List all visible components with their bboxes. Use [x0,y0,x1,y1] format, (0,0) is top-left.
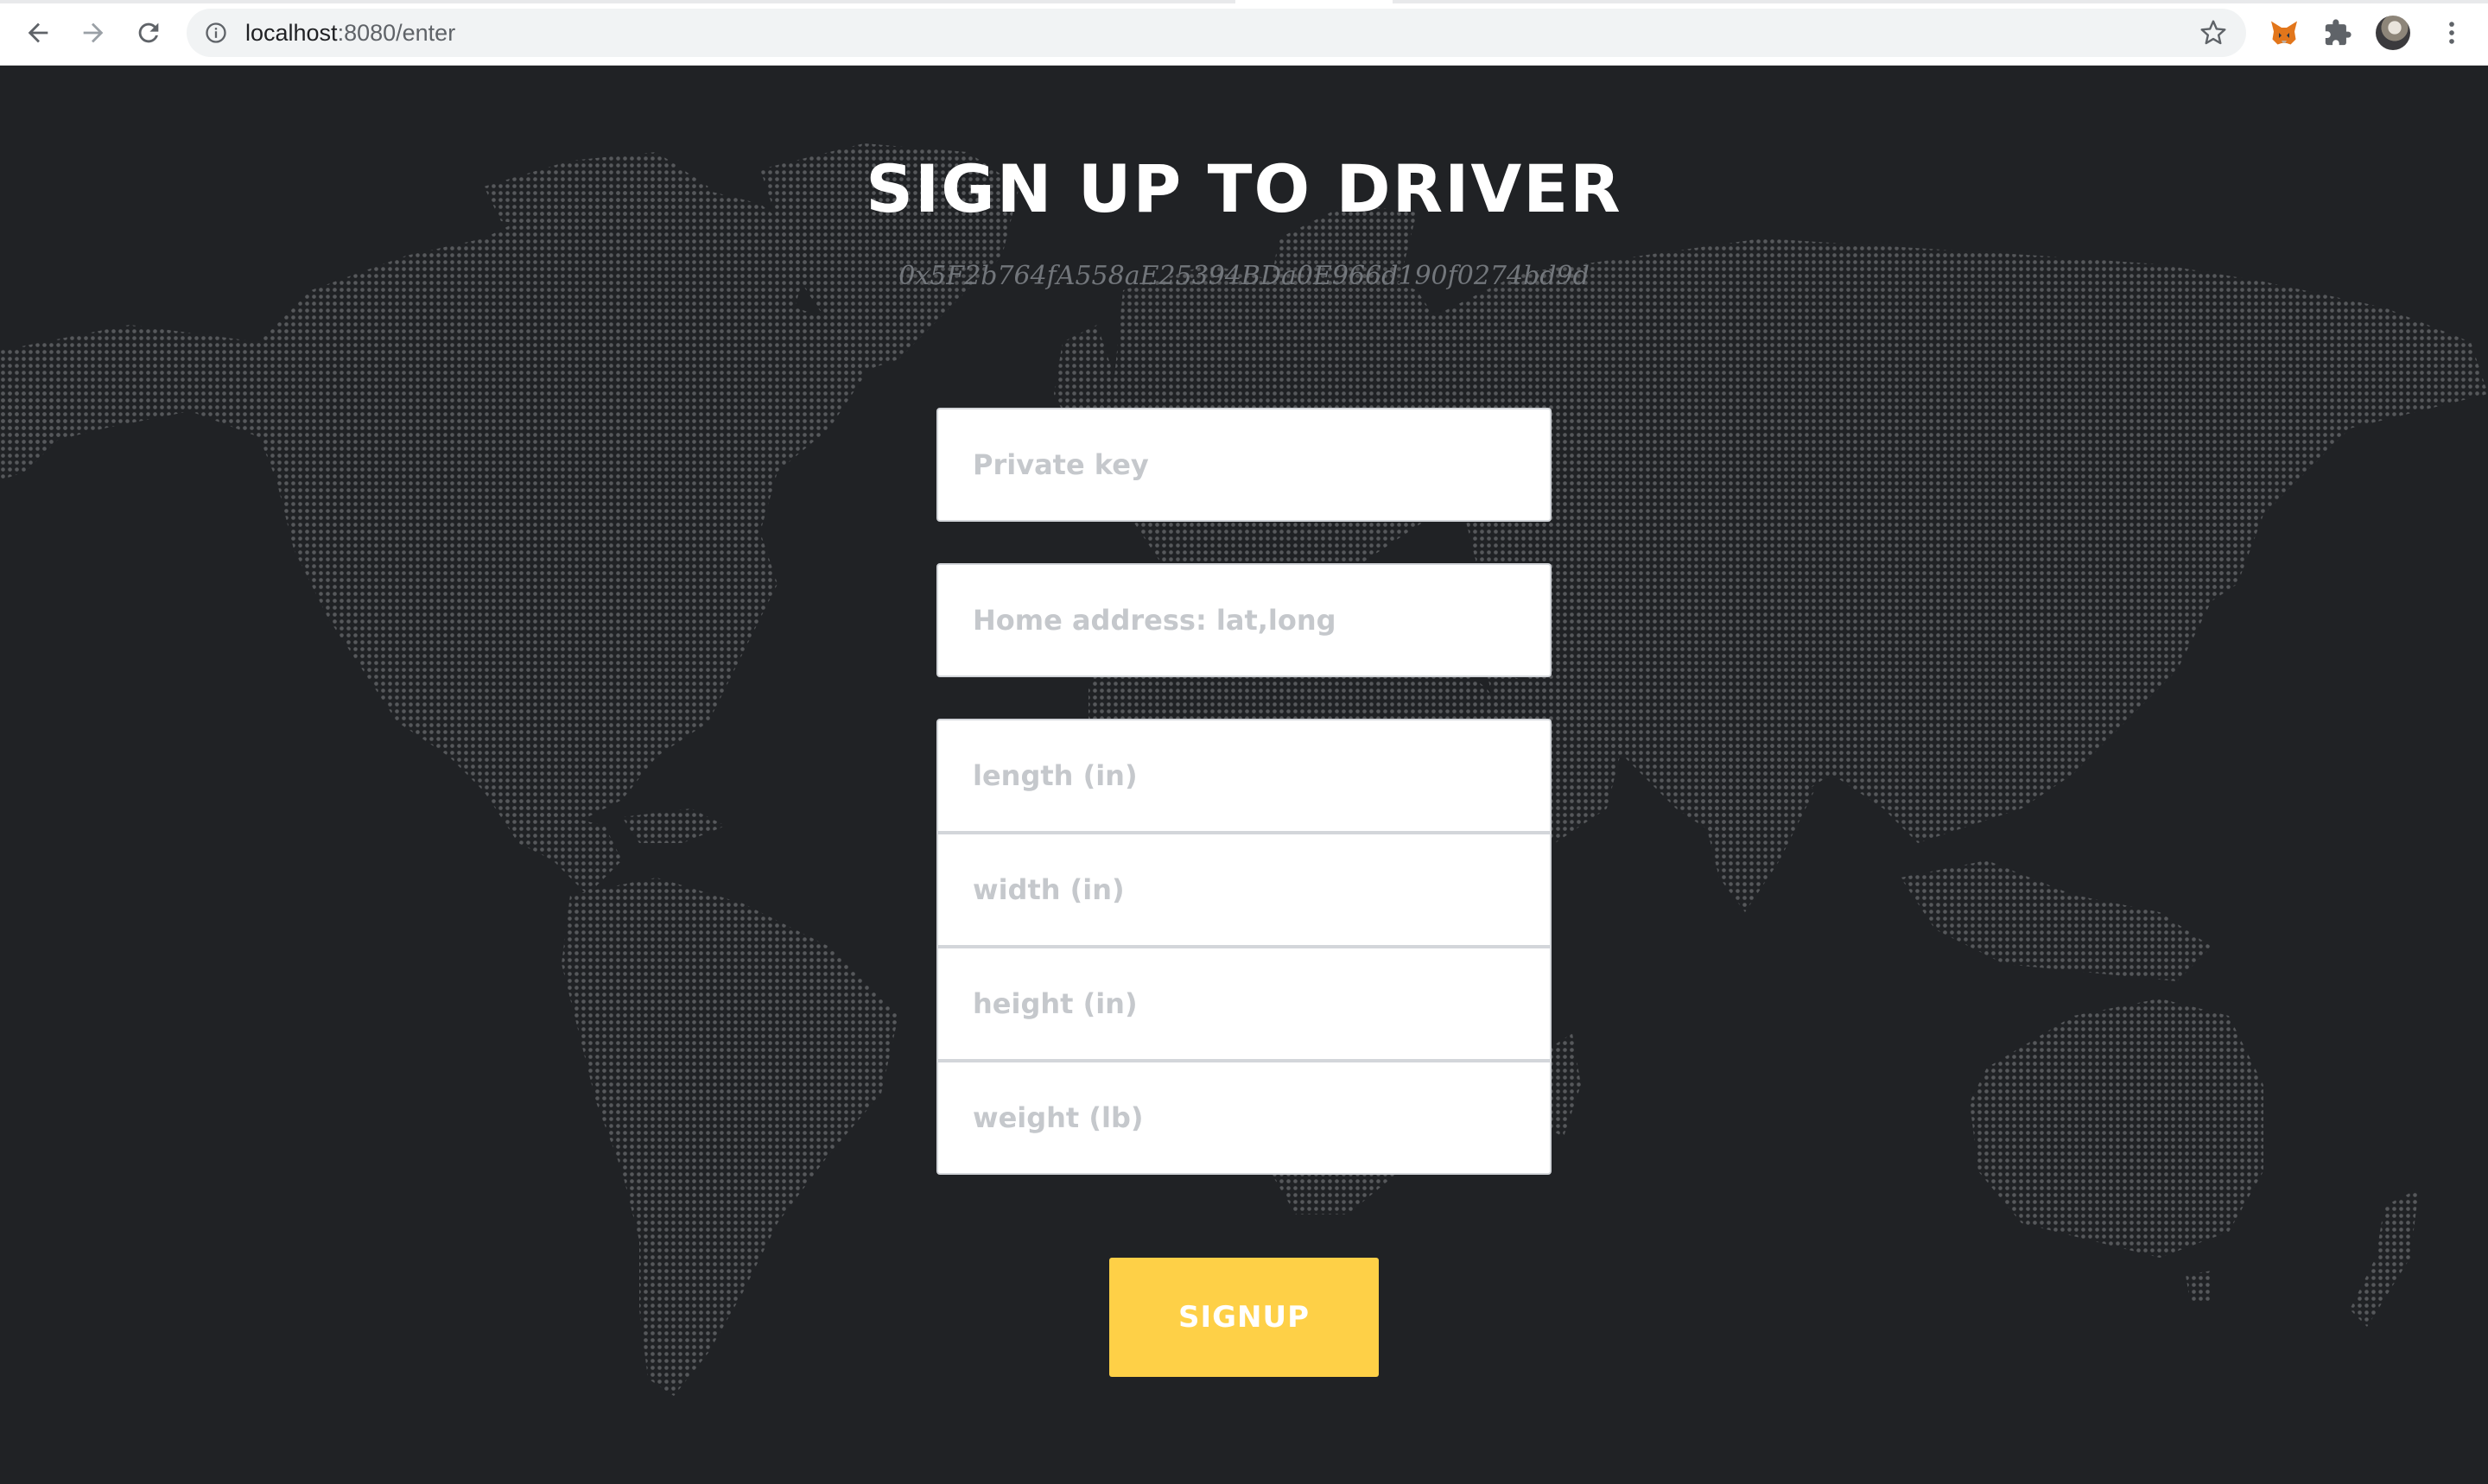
length-input[interactable] [936,719,1552,833]
kebab-menu-icon [2449,22,2454,44]
back-button[interactable] [17,12,59,54]
forward-button[interactable] [73,12,114,54]
width-input[interactable] [936,833,1552,947]
page-content: SIGN UP TO DRIVER 0x5F2b764fA558aE25394B… [0,66,2488,1484]
url-text: localhost:8080/enter [245,9,455,57]
private-key-input[interactable] [936,408,1552,522]
star-icon[interactable] [2199,19,2227,47]
active-tab-indicator [1235,0,1393,3]
browser-menu-button[interactable] [2434,16,2469,50]
page-title: SIGN UP TO DRIVER [866,150,1622,227]
url-host: localhost [245,20,338,46]
forward-arrow-icon [83,22,104,43]
info-icon[interactable] [204,21,228,45]
height-input[interactable] [936,947,1552,1061]
profile-button[interactable] [2376,16,2410,50]
metamask-extension-button[interactable] [2267,16,2301,50]
back-arrow-icon [28,22,48,43]
weight-input[interactable] [936,1061,1552,1175]
metamask-fox-icon [2271,21,2297,45]
reload-icon [138,22,159,43]
wallet-address: 0x5F2b764fA558aE25394BDa0E966d190f0274bd… [898,261,1590,291]
signup-button[interactable]: SIGNUP [1109,1258,1379,1377]
extensions-button[interactable] [2320,16,2355,50]
avatar [2376,16,2410,50]
address-bar[interactable]: localhost:8080/enter [187,9,2246,57]
browser-toolbar: localhost:8080/enter [0,0,2488,66]
puzzle-icon [2325,19,2352,46]
url-path: :8080/enter [337,20,456,46]
reload-button[interactable] [128,12,169,54]
home-address-input[interactable] [936,563,1552,677]
